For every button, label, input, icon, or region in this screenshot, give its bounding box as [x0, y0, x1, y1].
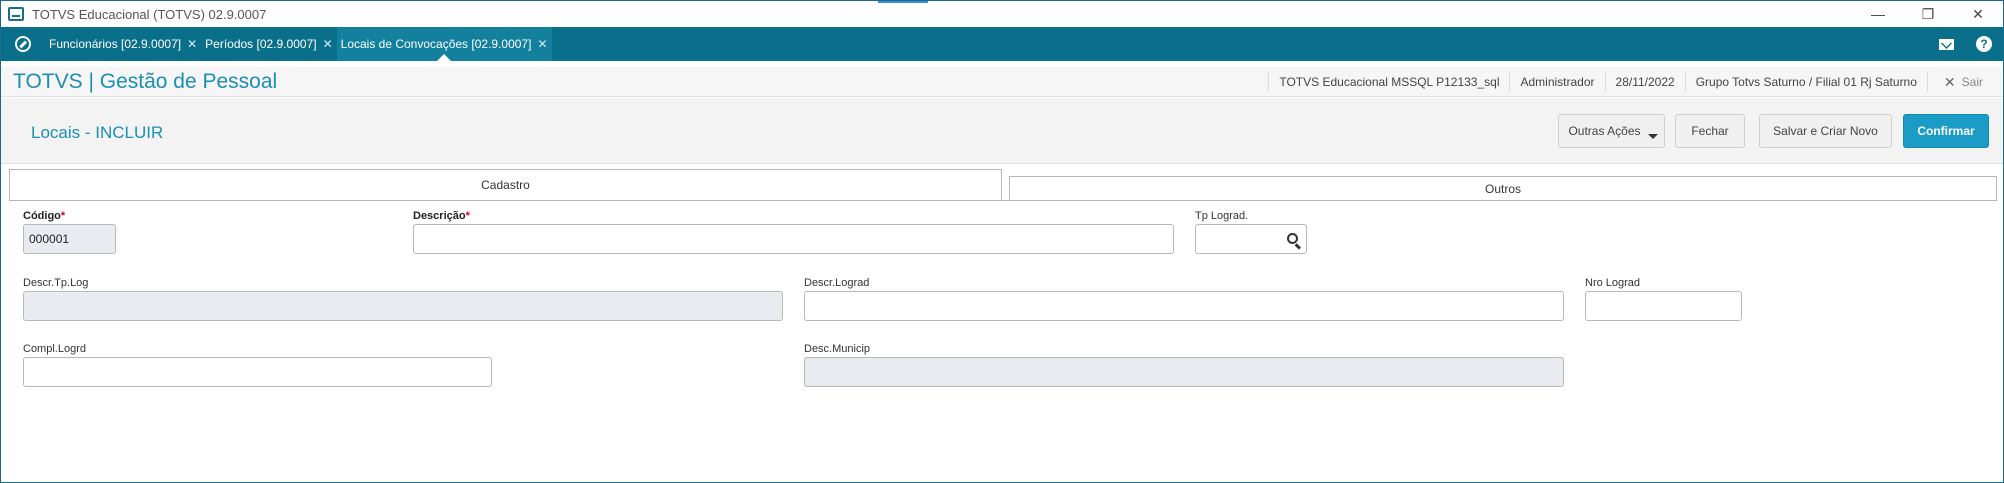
home-icon[interactable]: [1, 27, 45, 61]
tab-outros[interactable]: Outros: [1009, 176, 1997, 201]
tab-locais-de-convocacoes[interactable]: Locais de Convocações [02.9.0007] ✕: [336, 27, 552, 61]
title-bar: TOTVS Educacional (TOTVS) 02.9.0007 — ❐ …: [1, 1, 2003, 27]
session-info: TOTVS Educacional MSSQL P12133_sql Admin…: [1268, 67, 2003, 97]
codigo-label: Código*: [23, 210, 66, 222]
tab-label: Locais de Convocações [02.9.0007]: [340, 37, 532, 51]
compl-logrd-label: Compl.Logrd: [23, 343, 86, 355]
page-header: Locais - INCLUIR Outras Ações Fechar Sal…: [1, 98, 2003, 164]
tab-close-icon[interactable]: ✕: [537, 37, 547, 51]
mail-icon[interactable]: [1927, 27, 1965, 61]
nro-lograd-label: Nro Lograd: [1585, 277, 1641, 289]
minimize-icon[interactable]: —: [1853, 1, 1903, 27]
exit-button[interactable]: ✕ Sair: [1926, 72, 2003, 92]
window-controls: — ❐ ✕: [1853, 1, 2003, 27]
tab-funcionarios[interactable]: Funcionários [02.9.0007] ✕: [45, 27, 201, 61]
descr-tp-log-field: [23, 291, 783, 321]
module-title: TOTVS | Gestão de Pessoal: [13, 70, 278, 93]
descr-lograd-label: Descr.Lograd: [804, 277, 870, 289]
tab-cadastro[interactable]: Cadastro: [9, 169, 1002, 200]
save-and-new-button[interactable]: Salvar e Criar Novo: [1759, 114, 1892, 148]
app-window: TOTVS Educacional (TOTVS) 02.9.0007 — ❐ …: [0, 0, 2004, 483]
user-info: Administrador: [1509, 72, 1604, 92]
search-icon[interactable]: [1287, 233, 1298, 244]
exit-label: Sair: [1961, 75, 1983, 89]
program-tab-bar: Funcionários [02.9.0007] ✕ Períodos [02.…: [1, 27, 2003, 61]
window-title: TOTVS Educacional (TOTVS) 02.9.0007: [32, 6, 267, 22]
page-title: Locais - INCLUIR: [31, 123, 164, 142]
nro-lograd-field[interactable]: [1585, 291, 1742, 321]
restore-icon[interactable]: ❐: [1903, 1, 1953, 27]
desc-municip-field: [804, 357, 1564, 387]
more-actions-button[interactable]: Outras Ações: [1558, 114, 1665, 148]
window-accent-line: [878, 1, 928, 3]
environment-info: TOTVS Educacional MSSQL P12133_sql: [1268, 72, 1509, 92]
chevron-down-icon: [1648, 134, 1658, 139]
tp-lograd-label: Tp Lograd.: [1195, 210, 1249, 222]
tab-label: Funcionários [02.9.0007]: [49, 37, 182, 51]
module-header: TOTVS | Gestão de Pessoal TOTVS Educacio…: [1, 67, 2003, 97]
tab-periodos[interactable]: Períodos [02.9.0007] ✕: [201, 27, 336, 61]
tab-close-icon[interactable]: ✕: [323, 37, 333, 51]
date-info: 28/11/2022: [1604, 72, 1685, 92]
codigo-field[interactable]: 000001: [23, 224, 116, 254]
desc-municip-label: Desc.Municip: [804, 343, 871, 355]
close-window-icon[interactable]: ✕: [1953, 1, 2003, 27]
company-info: Grupo Totvs Saturno / Filial 01 Rj Satur…: [1684, 72, 1927, 92]
tp-lograd-field[interactable]: [1195, 224, 1307, 254]
close-icon: ✕: [1943, 73, 1956, 90]
more-actions-label: Outras Ações: [1568, 124, 1641, 138]
app-icon: [8, 7, 24, 21]
close-button[interactable]: Fechar: [1675, 114, 1745, 148]
descricao-field[interactable]: [413, 224, 1174, 254]
descricao-label: Descrição*: [413, 210, 470, 222]
confirm-button[interactable]: Confirmar: [1903, 114, 1989, 148]
compl-logrd-field[interactable]: [23, 357, 492, 387]
tab-label: Períodos [02.9.0007]: [205, 37, 317, 51]
help-icon[interactable]: ?: [1965, 27, 2003, 61]
tab-close-icon[interactable]: ✕: [187, 37, 197, 51]
tabbar-right-icons: ?: [1927, 27, 2003, 61]
descr-lograd-field[interactable]: [804, 291, 1564, 321]
descr-tp-log-label: Descr.Tp.Log: [23, 277, 89, 289]
